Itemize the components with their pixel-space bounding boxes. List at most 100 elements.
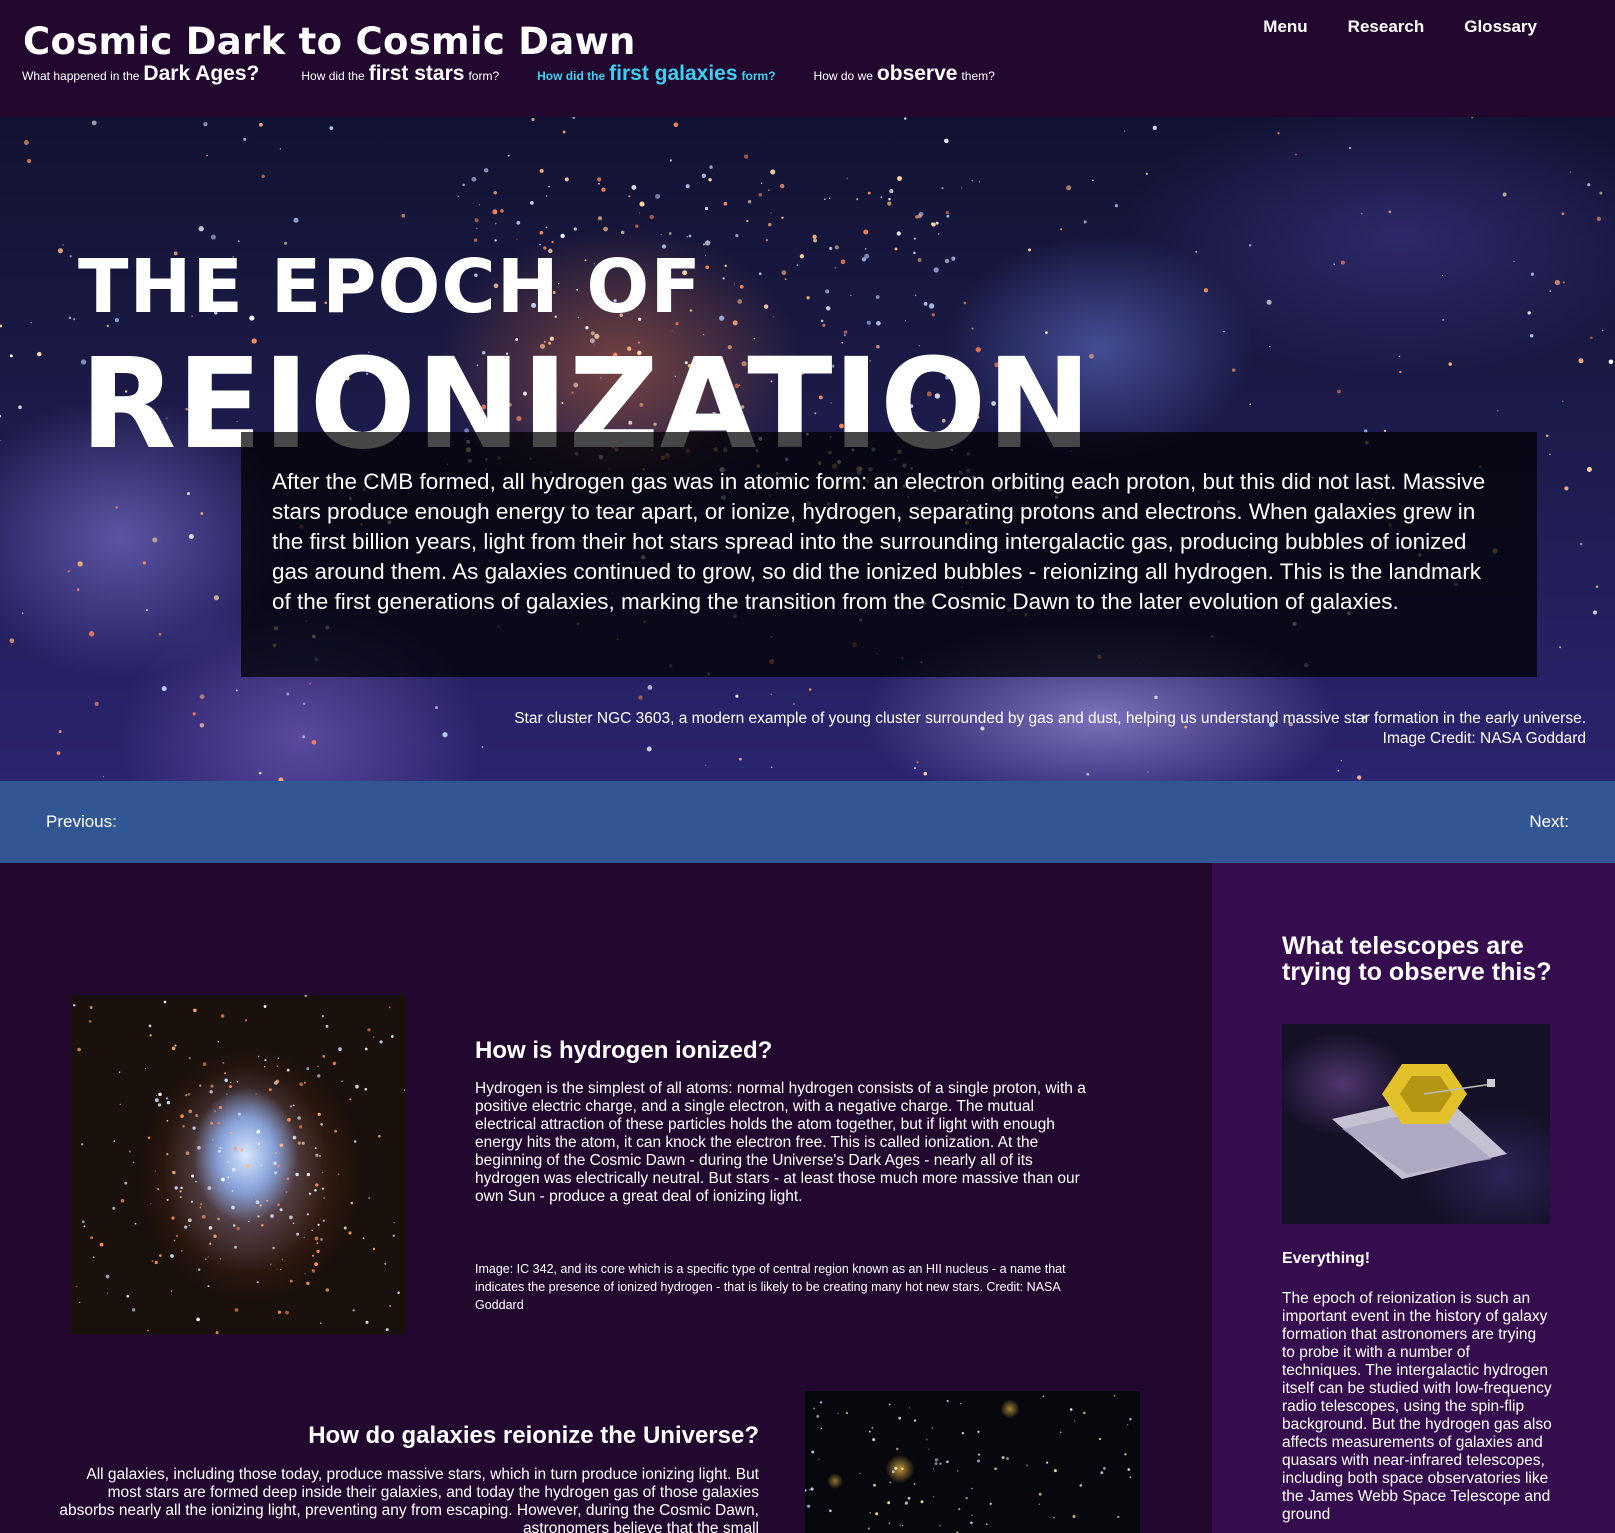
star-dot <box>299 1082 304 1087</box>
star-dot <box>931 313 935 317</box>
star-dot <box>597 177 602 182</box>
star-dot <box>349 1098 352 1101</box>
image-credit-ic342: Image: IC 342, and its core which is a s… <box>475 1262 1066 1312</box>
star-dot <box>907 1496 911 1500</box>
star-dot <box>737 299 743 304</box>
star-dot <box>875 1512 879 1516</box>
hero-intro-box: After the CMB formed, all hydrogen gas w… <box>241 432 1537 677</box>
star-dot <box>799 254 805 259</box>
star-dot <box>846 177 848 179</box>
star-dot <box>708 178 712 182</box>
star-dot <box>292 1104 295 1107</box>
star-dot <box>932 1496 935 1498</box>
star-dot <box>702 243 706 246</box>
nav-dark-ages[interactable]: What happened in the Dark Ages? <box>22 62 263 86</box>
star-dot <box>828 197 831 200</box>
star-dot <box>277 1057 280 1059</box>
star-dot <box>1442 319 1444 321</box>
star-dot <box>871 1426 874 1429</box>
research-link[interactable]: Research <box>1348 17 1425 37</box>
star-dot <box>735 694 739 698</box>
star-dot <box>147 1329 149 1332</box>
star-dot <box>124 1181 128 1185</box>
star-dot <box>649 214 654 220</box>
site-title[interactable]: Cosmic Dark to Cosmic Dawn <box>23 20 636 63</box>
star-dot <box>1098 1437 1102 1441</box>
star-dot <box>174 1186 178 1190</box>
star-dot <box>91 120 97 126</box>
star-dot <box>259 1204 262 1207</box>
star-dot <box>1127 1424 1129 1426</box>
next-link[interactable]: Next: <box>1529 812 1569 832</box>
star-dot <box>388 1006 391 1009</box>
star-dot <box>263 1066 266 1068</box>
star-dot <box>758 272 762 276</box>
star-dot <box>88 631 95 637</box>
star-dot <box>811 1450 815 1454</box>
ic342-galaxy-image <box>71 995 406 1334</box>
star-dot <box>159 1254 162 1257</box>
nav-first-stars-big: first stars <box>368 62 465 85</box>
star-dot <box>873 1483 876 1487</box>
star-dot <box>9 354 13 358</box>
star-dot <box>956 1470 959 1472</box>
star-dot <box>270 1263 272 1266</box>
star-dot <box>232 1224 236 1227</box>
star-dot <box>321 1015 325 1018</box>
glossary-link[interactable]: Glossary <box>1464 17 1537 37</box>
star-dot <box>279 148 282 150</box>
star-dot <box>397 1291 400 1294</box>
star-dot <box>1561 212 1565 216</box>
star-dot <box>226 1093 228 1095</box>
star-dot <box>899 1524 901 1526</box>
star-dot <box>868 1430 871 1433</box>
star-dot <box>188 1224 191 1227</box>
nav-first-galaxies[interactable]: How did the first galaxies form? <box>537 62 775 86</box>
star-dot <box>887 1501 891 1505</box>
star-dot <box>103 776 105 778</box>
nav-observe[interactable]: How do we observe them? <box>814 62 995 86</box>
star-dot <box>334 1129 338 1133</box>
star-dot <box>1590 336 1593 340</box>
jwst-illustration <box>1332 1064 1507 1179</box>
star-dot <box>317 1065 319 1068</box>
star-dot <box>23 139 29 146</box>
star-dot <box>1100 1471 1104 1475</box>
star-dot <box>937 233 940 235</box>
sidebar-subtitle: Everything! <box>1282 1250 1371 1267</box>
star-dot <box>134 1222 137 1225</box>
star-dot <box>888 1403 891 1406</box>
star-dot <box>192 712 196 716</box>
star-dot <box>834 267 836 269</box>
star-dot <box>1203 288 1209 293</box>
star-dot <box>392 1234 396 1238</box>
star-dot <box>1277 132 1280 135</box>
star-dot <box>704 254 707 256</box>
star-dot <box>887 201 892 206</box>
star-dot <box>816 1415 820 1418</box>
star-dot <box>913 237 917 240</box>
star-dot <box>601 187 606 192</box>
menu-link[interactable]: Menu <box>1263 17 1307 37</box>
star-dot <box>660 233 662 235</box>
star-dot <box>147 1136 151 1139</box>
star-dot <box>539 168 544 173</box>
previous-link[interactable]: Previous: <box>46 812 117 832</box>
star-dot <box>198 226 204 232</box>
nav-first-stars[interactable]: How did the first stars form? <box>301 62 499 86</box>
star-dot <box>286 692 290 696</box>
star-dot <box>781 216 784 219</box>
star-dot <box>209 1090 213 1094</box>
star-dot <box>304 995 308 997</box>
star-dot <box>192 1126 196 1130</box>
star-dot <box>289 1279 293 1283</box>
star-dot <box>120 1198 125 1203</box>
star-dot <box>829 246 833 250</box>
star-dot <box>76 588 80 591</box>
ic342-star-field <box>73 995 405 1334</box>
star-dot <box>166 1119 169 1122</box>
star-dot <box>1549 290 1552 292</box>
star-dot <box>355 1084 359 1089</box>
star-dot <box>286 1177 290 1181</box>
star-dot <box>647 685 653 690</box>
